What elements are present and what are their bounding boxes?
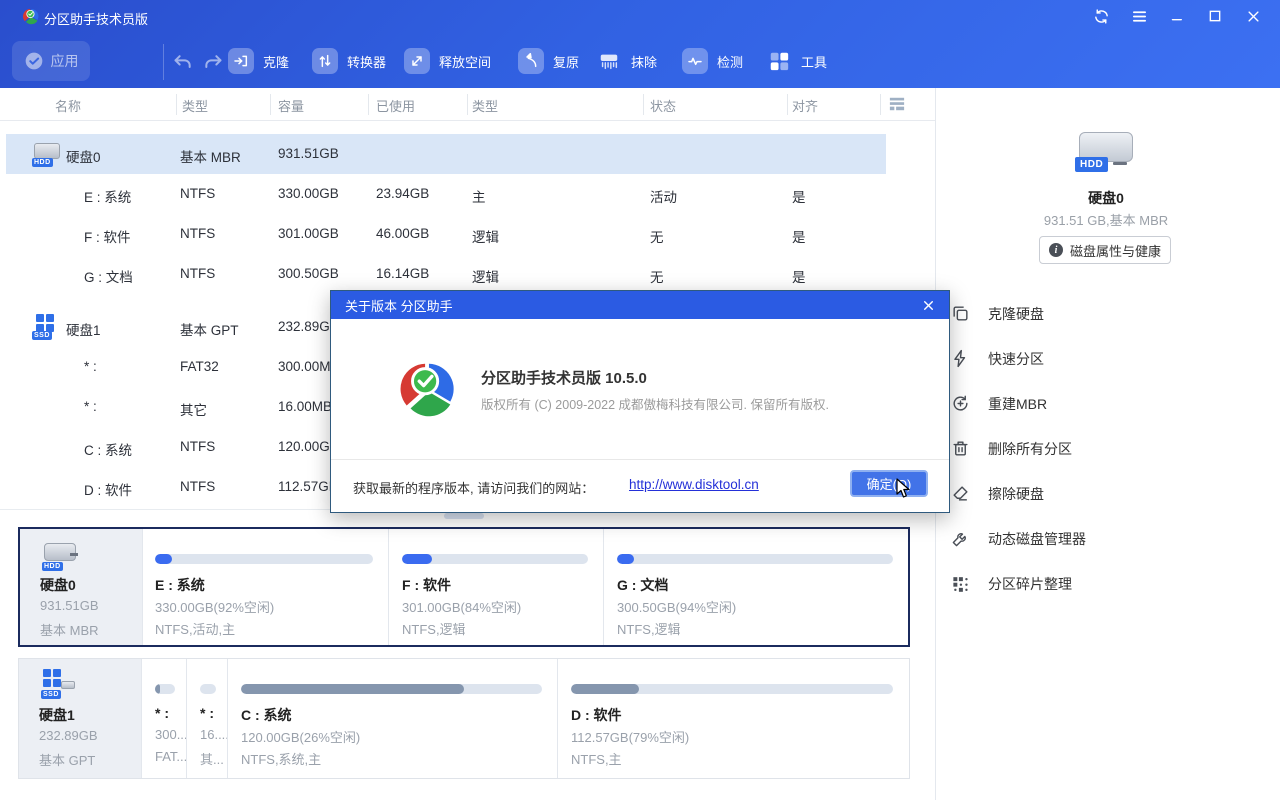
partition-d[interactable]: D : 软件 112.57GB(79%空闲) NTFS,主 [559,659,907,778]
table-row-partition-f[interactable]: F : 软件 NTFS 301.00GB 46.00GB 逻辑 无 是 [6,214,886,254]
defrag-icon [951,574,970,593]
disk-properties-button[interactable]: i 磁盘属性与健康 [1039,236,1171,264]
partition-e[interactable]: E : 系统 330.00GB(92%空闲) NTFS,活动,主 [143,529,387,645]
usage-bar [402,554,588,564]
partition-g[interactable]: G : 文档 300.50GB(94%空闲) NTFS,逻辑 [605,529,907,645]
usage-bar [155,684,175,694]
product-name: 分区助手技术员版 10.5.0 [481,367,647,388]
dialog-close-icon[interactable] [913,291,943,319]
minimize-icon[interactable] [1158,0,1196,32]
menu-icon[interactable] [1120,0,1158,32]
delete-partitions-icon [951,439,970,458]
dynamic-disk-icon [951,529,970,548]
table-row-partition-e[interactable]: E : 系统 NTFS 330.00GB 23.94GB 主 活动 是 [6,174,886,214]
disk1-panel[interactable]: SSD 硬盘1 232.89GB 基本 GPT * : 300... FAT..… [18,658,910,779]
clone-disk-icon [951,304,970,323]
col-type: 类型 [182,96,208,115]
toolbar-detect[interactable]: 检测 [682,48,743,74]
website-link[interactable]: http://www.disktool.cn [629,477,759,492]
toolbar-separator [163,44,164,80]
ssd-disk-icon: SSD [32,314,64,340]
ssd-drive-icon: SSD [39,669,79,701]
usage-bar [241,684,542,694]
sidebar-item-delete-all-partitions[interactable]: 删除所有分区 [937,426,1280,471]
partition-star1[interactable]: * : 300... FAT... [143,659,185,778]
sidebar: HDD 硬盘0 931.51 GB,基本 MBR i 磁盘属性与健康 克隆硬盘 … [935,88,1280,800]
disk0-panel[interactable]: HDD 硬盘0 931.51GB 基本 MBR E : 系统 330.00GB(… [18,527,910,647]
sync-icon[interactable] [1082,0,1120,32]
col-used: 已使用 [376,96,415,115]
sidebar-item-dynamic-disk-manager[interactable]: 动态磁盘管理器 [937,516,1280,561]
rebuild-mbr-icon [951,394,970,413]
col-type2: 类型 [472,96,498,115]
usage-bar [571,684,893,694]
sidebar-item-wipe-disk[interactable]: 擦除硬盘 [937,471,1280,516]
disk0-info-block[interactable]: HDD 硬盘0 931.51GB 基本 MBR [20,529,142,645]
disk1-info-block[interactable]: SSD 硬盘1 232.89GB 基本 GPT [19,659,141,778]
toolbar-restore[interactable]: 复原 [518,48,579,74]
about-dialog: 关于版本 分区助手 分区助手技术员版 10.5.0 版权所有 (C) 2009-… [330,290,950,513]
sidebar-menu: 克隆硬盘 快速分区 重建MBR 删除所有分区 [937,291,1280,606]
window-controls [1082,0,1272,32]
toolbar-tools[interactable]: 工具 [766,48,827,74]
copyright-text: 版权所有 (C) 2009-2022 成都傲梅科技有限公司. 保留所有版权. [481,394,829,413]
horizontal-scrollbar-thumb[interactable] [444,513,484,519]
info-icon: i [1049,243,1063,257]
ok-button[interactable]: 确定(O) [850,470,928,497]
col-aligned: 对齐 [792,96,818,115]
window-title: 分区助手技术员版 [44,9,148,28]
partition-star2[interactable]: * : 16.... 其... [188,659,226,778]
app-logo-icon [22,7,40,30]
view-mode-icon[interactable] [888,96,906,117]
usage-bar [617,554,893,564]
footer-text: 获取最新的程序版本, 请访问我们的网站： [353,478,594,497]
app-window: 分区助手技术员版 [0,0,1280,800]
product-logo-icon [397,357,459,419]
sidebar-disk-name: 硬盘0 [936,188,1276,208]
close-icon[interactable] [1234,0,1272,32]
check-circle-icon [24,51,44,71]
usage-bar [200,684,216,694]
toolbar-converter[interactable]: 转换器 [312,48,386,74]
header: 分区助手技术员版 [0,0,1280,88]
undo-icon[interactable] [172,52,196,72]
hdd-drive-icon: HDD [40,541,80,571]
usage-bar [155,554,373,564]
table-header: 名称 类型 容量 已使用 类型 状态 对齐 [0,88,935,121]
maximize-icon[interactable] [1196,0,1234,32]
col-name: 名称 [55,96,81,115]
hdd-drive-icon: HDD [1075,128,1137,174]
sidebar-disk-info: 931.51 GB,基本 MBR [936,210,1276,229]
toolbar-free-space[interactable]: 释放空间 [404,48,491,74]
converter-icon [312,48,338,74]
sidebar-item-rebuild-mbr[interactable]: 重建MBR [937,381,1280,426]
free-space-icon [404,48,430,74]
tools-icon [766,48,792,74]
partition-c[interactable]: C : 系统 120.00GB(26%空闲) NTFS,系统,主 [229,659,556,778]
restore-icon [518,48,544,74]
redo-icon[interactable] [202,52,226,72]
toolbar-clone[interactable]: 克隆 [228,48,289,74]
hdd-disk-icon: HDD [32,141,64,167]
quick-partition-icon [951,349,970,368]
table-row-partition-g[interactable]: G : 文档 NTFS 300.50GB 16.14GB 逻辑 无 是 [6,254,886,294]
toolbar-erase[interactable]: 抹除 [596,48,657,74]
col-status: 状态 [650,96,676,115]
sidebar-item-clone-disk[interactable]: 克隆硬盘 [937,291,1280,336]
clone-icon [228,48,254,74]
wipe-disk-icon [951,484,970,503]
sidebar-item-defrag[interactable]: 分区碎片整理 [937,561,1280,606]
dialog-footer: 获取最新的程序版本, 请访问我们的网站： http://www.disktool… [331,459,949,512]
partition-f[interactable]: F : 软件 301.00GB(84%空闲) NTFS,逻辑 [390,529,602,645]
col-capacity: 容量 [278,96,304,115]
sidebar-item-quick-partition[interactable]: 快速分区 [937,336,1280,381]
dialog-titlebar[interactable]: 关于版本 分区助手 [331,291,949,319]
table-row-disk0[interactable]: HDD 硬盘0 基本 MBR 931.51GB [6,134,886,174]
erase-icon [596,48,622,74]
dialog-title: 关于版本 分区助手 [345,296,453,315]
apply-button[interactable]: 应用 [12,41,90,81]
mouse-cursor [896,478,911,504]
detect-icon [682,48,708,74]
